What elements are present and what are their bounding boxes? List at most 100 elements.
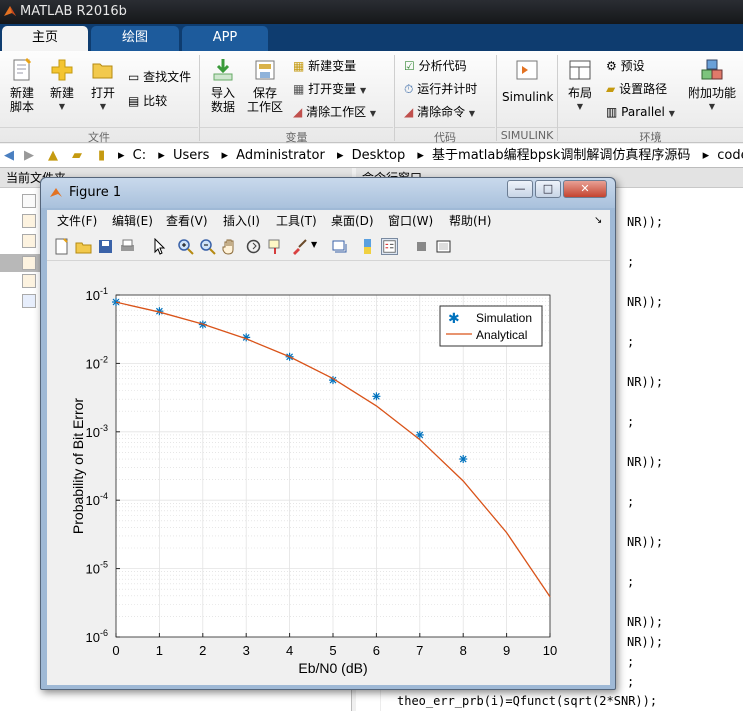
find-files-button[interactable]: ▭ 查找文件	[128, 67, 191, 87]
section-simulink-title: SIMULINK	[497, 127, 557, 142]
link-plot-icon[interactable]	[331, 238, 348, 255]
menu-edit[interactable]: 编辑(E)	[112, 210, 153, 232]
colorbar-icon[interactable]	[359, 238, 376, 255]
breadcrumb-item[interactable]: 基于matlab编程bpsk调制解调仿真程序源码	[432, 148, 690, 163]
dock-arrow-icon[interactable]: ↘	[594, 210, 602, 232]
analyze-code-button[interactable]: ☑ 分析代码	[404, 56, 467, 76]
new-variable-button[interactable]: ▦ 新建变量	[293, 56, 356, 76]
figure-title-bar[interactable]: Figure 1 — □ ✕	[41, 178, 615, 208]
run-time-icon: ⏱	[404, 82, 414, 96]
matlab-logo-icon	[50, 188, 62, 197]
pan-hand-icon[interactable]	[221, 238, 238, 255]
clear-commands-button[interactable]: ◢ 清除命令 ▼	[404, 102, 475, 122]
menu-help[interactable]: 帮助(H)	[449, 210, 491, 232]
show-plot-tools-icon[interactable]	[435, 238, 452, 255]
open-variable-button[interactable]: ▦ 打开变量 ▼	[293, 79, 366, 99]
pointer-icon[interactable]	[151, 238, 168, 255]
code-line: ;	[627, 575, 635, 589]
save-workspace-button[interactable]: 保存 工作区	[244, 57, 286, 114]
legend-icon[interactable]	[381, 238, 398, 255]
set-path-button[interactable]: ▰ 设置路径	[606, 79, 667, 99]
new-script-icon	[13, 57, 32, 81]
code-line: NR));	[627, 535, 664, 549]
chevron-down-icon: ▼	[468, 109, 476, 118]
minimize-button[interactable]: —	[507, 180, 533, 198]
new-variable-icon: ▦	[293, 59, 305, 73]
code-line: ;	[627, 255, 635, 269]
clear-workspace-button[interactable]: ◢ 清除工作区 ▼	[293, 102, 376, 122]
close-button[interactable]: ✕	[563, 180, 607, 198]
menu-desktop[interactable]: 桌面(D)	[331, 210, 374, 232]
open-file-icon[interactable]	[75, 238, 92, 255]
menu-tools[interactable]: 工具(T)	[276, 210, 317, 232]
menu-file[interactable]: 文件(F)	[57, 210, 97, 232]
tab-home[interactable]: 主页	[2, 26, 88, 51]
open-label: 打开	[90, 86, 115, 100]
parallel-button[interactable]: ▥ Parallel ▼	[606, 102, 675, 122]
breadcrumb-item[interactable]: Administrator	[236, 148, 325, 163]
gear-icon: ⚙	[606, 59, 617, 73]
menu-window[interactable]: 窗口(W)	[388, 210, 433, 232]
zoom-in-icon[interactable]	[177, 238, 194, 255]
breadcrumb-item[interactable]: code	[717, 148, 743, 163]
x-tick-label: 1	[156, 643, 163, 658]
open-button[interactable]: 打开 ▼	[85, 57, 121, 114]
run-and-time-label: 运行并计时	[417, 82, 478, 96]
x-tick-label: 7	[416, 643, 423, 658]
app-title-bar: MATLAB R2016b	[0, 0, 743, 24]
figure-canvas: 0 1 2 3 4 5 6 7 8 9 10 10-1 10-2 10-3 10-4 10-5 10-6 Eb…	[47, 261, 610, 685]
figure-window: Figure 1 — □ ✕ 文件(F) 编辑(E) 查看(V) 插入(I) 工…	[40, 177, 616, 690]
file-icon[interactable]	[22, 194, 36, 208]
ber-chart[interactable]: 0 1 2 3 4 5 6 7 8 9 10 10-1 10-2 10-3 10-4 10-5 10-6 Eb…	[47, 261, 610, 685]
preferences-button[interactable]: ⚙ 预设	[606, 56, 645, 76]
figfile-icon[interactable]	[22, 294, 36, 308]
eraser-icon: ◢	[293, 105, 303, 119]
tab-plots[interactable]: 绘图	[91, 26, 179, 51]
brush-icon[interactable]	[291, 238, 308, 255]
chevron-down-icon: ▼	[360, 86, 367, 95]
mfile-icon[interactable]	[22, 214, 36, 228]
up-folder-icon[interactable]: ▲	[48, 144, 58, 167]
new-script-label-2: 脚本	[9, 100, 34, 114]
breadcrumb-item[interactable]: Users	[173, 148, 209, 163]
preferences-label: 预设	[620, 59, 645, 73]
code-line: ;	[627, 655, 635, 669]
legend-marker-simulation: ✱	[448, 310, 460, 326]
new-button[interactable]: 新建 ▼	[44, 57, 80, 114]
chevron-down-icon[interactable]: ▼	[311, 240, 317, 249]
import-data-button[interactable]: 导入 数据	[204, 57, 242, 114]
hide-plot-tools-icon[interactable]	[413, 238, 430, 255]
mfile-icon[interactable]	[22, 234, 36, 248]
print-icon[interactable]	[119, 238, 136, 255]
browse-folder-icon[interactable]: ▰	[72, 144, 82, 167]
mfile-icon[interactable]	[22, 256, 36, 270]
folder-icon: ▰	[606, 82, 616, 96]
breadcrumb-item[interactable]: C:	[133, 148, 146, 163]
zoom-out-icon[interactable]	[199, 238, 216, 255]
back-arrow-icon[interactable]: ◀	[4, 144, 14, 167]
save-icon[interactable]	[97, 238, 114, 255]
menu-view[interactable]: 查看(V)	[166, 210, 208, 232]
data-cursor-icon[interactable]	[267, 238, 284, 255]
simulation-point	[112, 298, 120, 307]
add-ons-button[interactable]: 附加功能 ▼	[686, 57, 738, 114]
tab-apps[interactable]: APP	[182, 26, 268, 51]
simulink-button[interactable]: Simulink	[502, 57, 553, 104]
mfile-icon[interactable]	[22, 274, 36, 288]
maximize-button[interactable]: □	[535, 180, 561, 198]
chevron-down-icon: ▼	[99, 102, 107, 111]
layout-button[interactable]: 布局 ▼	[562, 57, 598, 114]
run-and-time-button[interactable]: ⏱ 运行并计时	[404, 79, 477, 99]
compare-button[interactable]: ▤ 比较	[128, 91, 167, 111]
legend[interactable]: ✱ Simulation Analytical	[439, 305, 543, 347]
rotate-3d-icon[interactable]	[245, 238, 262, 255]
chevron-down-icon: ▼	[708, 102, 716, 111]
breadcrumb-item[interactable]: Desktop	[352, 148, 406, 163]
y-tick-labels: 10-1 10-2 10-3 10-4 10-5 10-6	[86, 286, 120, 645]
parallel-icon: ▥	[606, 105, 618, 119]
menu-insert[interactable]: 插入(I)	[223, 210, 260, 232]
forward-arrow-icon[interactable]: ▶	[24, 144, 34, 167]
new-script-button[interactable]: 新建 脚本	[4, 57, 40, 114]
new-figure-icon[interactable]	[53, 238, 70, 255]
breadcrumb: ▸ C: ▸ Users ▸ Administrator ▸ Desktop ▸…	[118, 144, 743, 167]
